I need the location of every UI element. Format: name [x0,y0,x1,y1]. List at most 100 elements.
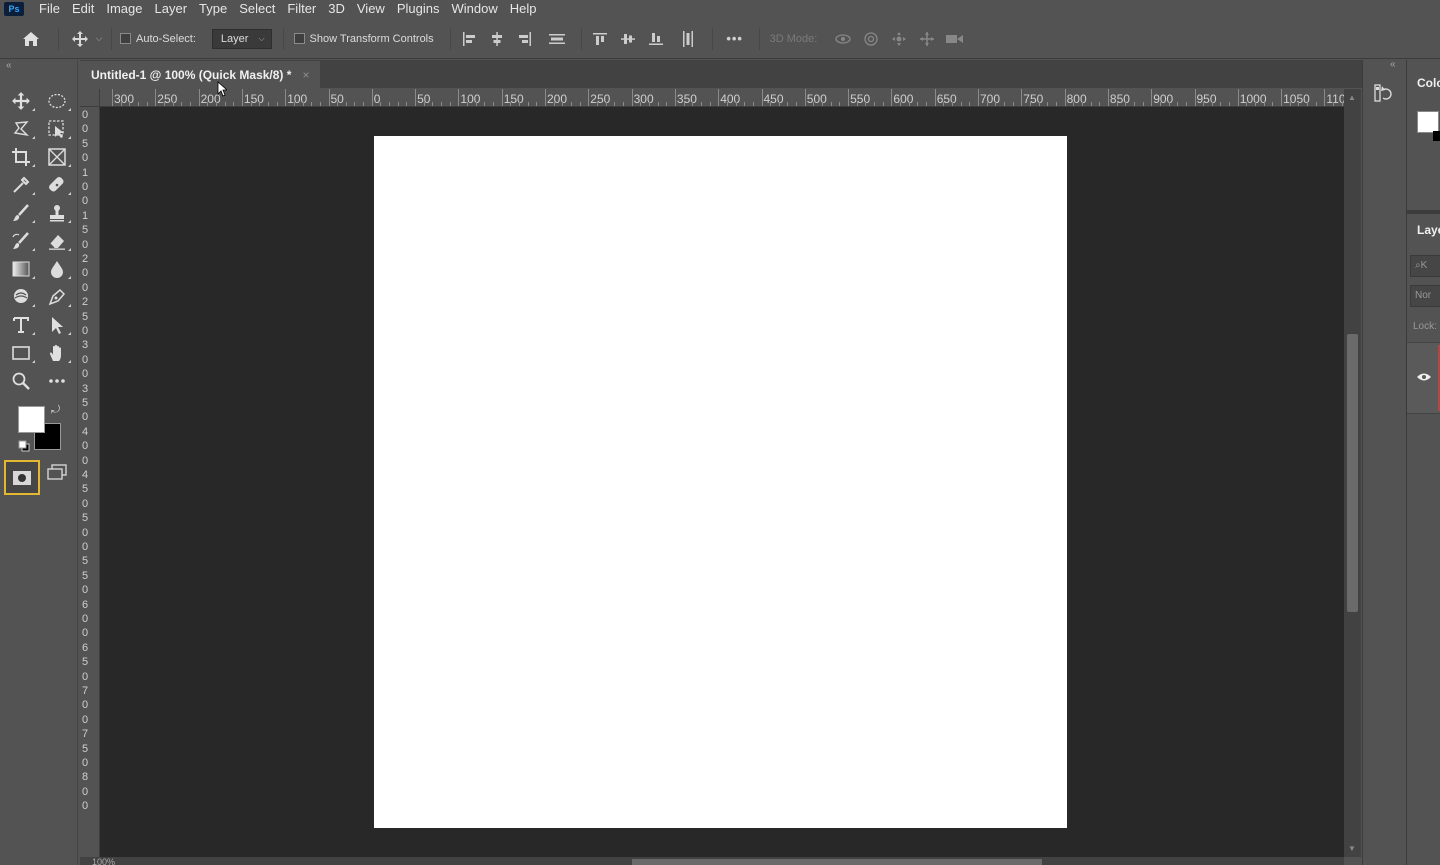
zoom-3d-camera-icon[interactable] [941,32,969,46]
slide-3d-camera-icon[interactable] [913,31,941,47]
eyedropper-tool-icon[interactable] [7,172,35,198]
expand-panels-icon[interactable]: « [1390,59,1396,70]
move-tool-icon[interactable] [7,88,35,114]
clone-stamp-tool-icon[interactable] [43,200,71,226]
blend-mode-dropdown[interactable]: Nor [1410,285,1440,307]
move-tool-preset-icon[interactable] [67,30,93,48]
horizontal-ruler[interactable]: 300 250 200 150 100 50 0 50 100 150 200 250 300 350 40… [100,89,1344,107]
ruler-major-tick [1281,89,1283,106]
rectangle-tool-icon[interactable] [7,340,35,366]
lasso-tool-icon[interactable] [7,116,35,142]
quick-mask-mode-button[interactable] [4,460,40,495]
color-panel-title[interactable]: Colo [1407,68,1440,98]
menu-window[interactable]: Window [445,1,503,16]
gradient-tool-icon[interactable] [7,256,35,282]
healing-brush-tool-icon[interactable] [43,172,71,198]
eye-icon[interactable] [1416,372,1432,382]
menu-select[interactable]: Select [233,1,281,16]
screen-mode-icon[interactable] [46,464,68,482]
menu-file[interactable]: File [33,1,66,16]
default-colors-icon[interactable] [18,440,30,452]
align-horizontal-centers-icon[interactable] [483,31,511,47]
distribute-vertical-icon[interactable] [539,31,575,47]
ruler-v-label: 0 [81,353,89,366]
eraser-tool-icon[interactable] [43,228,71,254]
distribute-horizontal-icon[interactable] [670,30,706,48]
auto-select-checkbox[interactable]: Auto-Select: [120,33,196,45]
menu-layer[interactable]: Layer [149,1,194,16]
zoom-tool-icon[interactable] [7,368,35,394]
edit-toolbar-icon[interactable] [43,368,71,394]
menu-edit[interactable]: Edit [66,1,100,16]
ruler-minor-tick [172,102,174,106]
align-left-edges-icon[interactable] [455,31,483,47]
layers-filter-field[interactable]: ⌕K [1410,255,1440,277]
checkbox-box[interactable] [120,33,131,44]
elliptical-marquee-tool-icon[interactable] [43,88,71,114]
color-panel-background-swatch[interactable] [1433,131,1440,141]
show-transform-controls-checkbox[interactable]: Show Transform Controls [293,33,434,45]
pan-3d-camera-icon[interactable] [885,31,913,47]
chevron-down-icon[interactable]: ⌵ [93,33,105,44]
menu-3d[interactable]: 3D [322,1,351,16]
horizontal-scrollbar-thumb[interactable] [632,859,1042,865]
scroll-up-icon[interactable]: ▲ [1348,93,1356,102]
frame-tool-icon[interactable] [43,144,71,170]
menu-type[interactable]: Type [193,1,233,16]
vertical-ruler[interactable]: 0050100150200250300350400450500550600650… [80,107,100,857]
align-bottom-edges-icon[interactable] [642,31,670,47]
home-icon[interactable] [16,31,46,47]
history-panel-icon[interactable] [1373,82,1393,104]
menu-filter[interactable]: Filter [281,1,322,16]
document-canvas[interactable] [374,136,1067,828]
zoom-level[interactable]: 100% [92,857,115,865]
ruler-origin[interactable] [80,89,100,107]
color-panel-foreground-swatch[interactable] [1417,111,1439,133]
object-selection-tool-icon[interactable] [43,116,71,142]
scroll-down-icon[interactable]: ▼ [1348,844,1356,853]
hand-tool-icon[interactable] [43,340,71,366]
ruler-v-label: 7 [81,685,89,697]
auto-select-target-value: Layer [220,32,249,45]
more-options-icon[interactable]: ••• [717,31,753,46]
ruler-minor-tick [752,102,754,106]
foreground-color-swatch[interactable] [18,406,45,433]
menu-plugins[interactable]: Plugins [391,1,446,16]
layers-panel-title[interactable]: Laye [1407,215,1440,245]
ruler-minor-tick [1003,102,1005,106]
ruler-v-label: 5 [81,512,89,525]
collapse-panel-icon[interactable]: « [6,60,12,71]
photoshop-logo[interactable]: Ps [4,1,24,16]
ruler-major-tick [718,89,720,106]
vertical-scrollbar[interactable]: ▲ ▼ [1344,89,1361,857]
roll-3d-camera-icon[interactable] [857,31,885,47]
blur-tool-icon[interactable] [43,256,71,282]
layer-row[interactable] [1407,343,1440,413]
history-brush-tool-icon[interactable] [7,228,35,254]
menu-help[interactable]: Help [504,1,543,16]
dodge-tool-icon[interactable] [7,284,35,310]
document-tab[interactable]: Untitled-1 @ 100% (Quick Mask/8) * × [80,61,320,88]
panel-divider[interactable] [1407,210,1440,214]
path-selection-tool-icon[interactable] [43,312,71,338]
close-icon[interactable]: × [302,68,309,82]
canvas-workspace[interactable] [100,107,1344,857]
align-top-edges-icon[interactable] [586,31,614,47]
pen-tool-icon[interactable] [43,284,71,310]
ruler-minor-tick [1038,102,1040,106]
brush-tool-icon[interactable] [7,200,35,226]
crop-tool-icon[interactable] [7,144,35,170]
orbit-3d-camera-icon[interactable] [829,31,857,47]
menu-view[interactable]: View [351,1,391,16]
type-tool-icon[interactable] [7,312,35,338]
checkbox-box[interactable] [293,33,305,44]
align-right-edges-icon[interactable] [511,31,539,47]
ruler-minor-tick [709,102,711,106]
vertical-scrollbar-thumb[interactable] [1347,334,1358,612]
ruler-h-label: 100 [460,92,481,106]
auto-select-target-dropdown[interactable]: Layer ⌵ [211,28,272,49]
menu-image[interactable]: Image [100,1,148,16]
swap-colors-icon[interactable]: ⤾ [51,404,60,417]
ruler-v-label: 4 [81,425,89,438]
align-vertical-centers-icon[interactable] [614,31,642,47]
